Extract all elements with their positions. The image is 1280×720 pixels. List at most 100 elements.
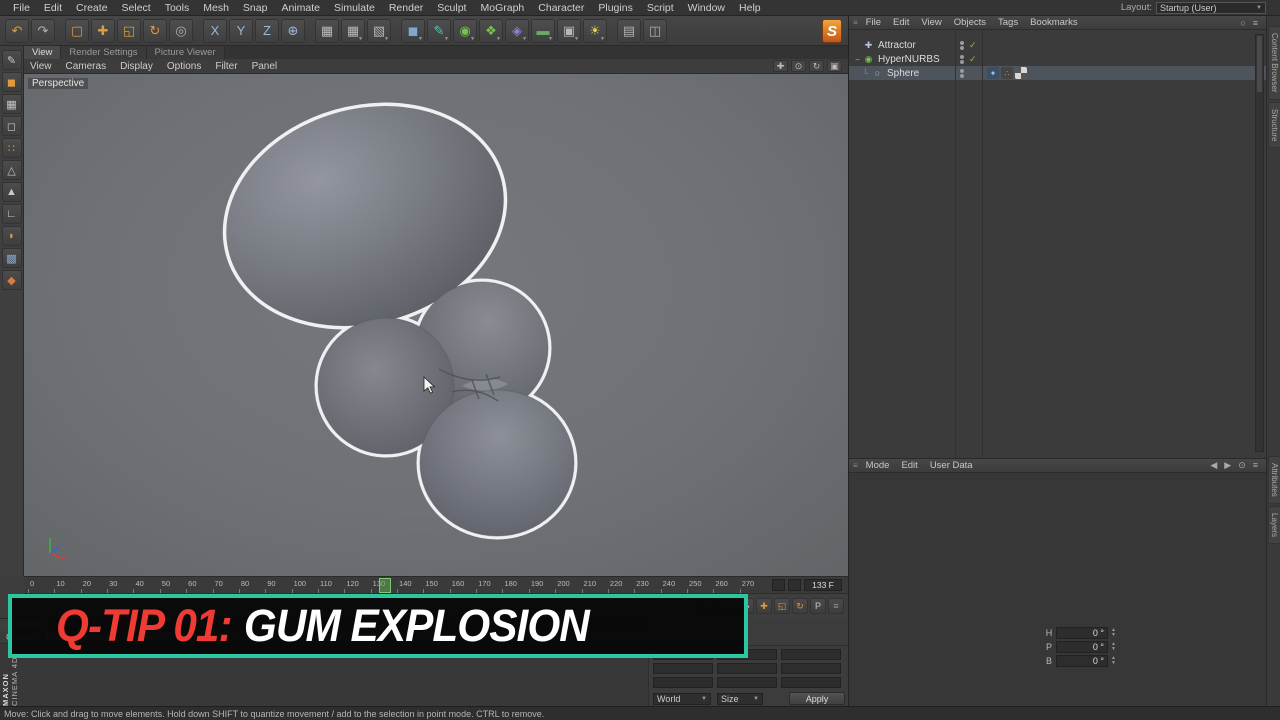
menu-character[interactable]: Character [531, 2, 591, 14]
scale-tool-button[interactable]: ◱ [117, 18, 141, 43]
camera-button[interactable]: ▣ ▼ [557, 18, 581, 43]
viewport-menu-display[interactable]: Display [120, 61, 153, 72]
rotate-tool-button[interactable]: ↻ [143, 18, 167, 43]
om-menu-objects[interactable]: Objects [948, 17, 992, 28]
coordinate-input[interactable] [717, 663, 777, 674]
viewport-solo-tool[interactable]: ◗ [1, 226, 22, 246]
subdivision-surface-button[interactable]: ◉ ▼ [453, 18, 477, 43]
edges-mode-tool[interactable]: △ [1, 160, 22, 180]
menu-tools[interactable]: Tools [158, 2, 197, 14]
am-menu-edit[interactable]: Edit [895, 460, 923, 471]
render-settings-button[interactable]: ▧ ▼ [367, 18, 391, 43]
menu-animate[interactable]: Animate [274, 2, 327, 14]
menu-simulate[interactable]: Simulate [327, 2, 382, 14]
viewport-menu-panel[interactable]: Panel [252, 61, 278, 72]
render-view-button[interactable]: ▦ [315, 18, 339, 43]
zoom-view-icon[interactable]: ⊙ [791, 60, 806, 72]
coord-space-select[interactable]: World ▼ [653, 692, 711, 705]
enable-check-icon[interactable]: ✓ [969, 54, 977, 65]
make-editable-tool[interactable]: ✎ [1, 50, 22, 70]
panel-layout-button[interactable]: ◫ [643, 18, 667, 43]
object-name[interactable]: HyperNURBS [878, 54, 940, 65]
polygons-mode-tool[interactable]: ▲ [1, 182, 22, 202]
layout-select[interactable]: Startup (User) ▼ [1156, 1, 1266, 14]
lock-z-axis-button[interactable]: Z [255, 18, 279, 43]
viewport-menu-view[interactable]: View [30, 61, 52, 72]
apply-button[interactable]: Apply [789, 692, 845, 705]
menu-mesh[interactable]: Mesh [196, 2, 236, 14]
coordinate-system-button[interactable]: ⊕ [281, 18, 305, 43]
viewport-menu-filter[interactable]: Filter [215, 61, 237, 72]
record-pla-button[interactable]: ≡ [828, 598, 844, 614]
viewport-canvas[interactable]: Perspective [24, 74, 848, 576]
enable-check-icon[interactable]: ✓ [969, 40, 977, 51]
snap-tool[interactable]: ◆ [1, 270, 22, 290]
viewport-menu-options[interactable]: Options [167, 61, 201, 72]
dock-tab-layers[interactable]: Layers [1268, 505, 1280, 544]
undo-button[interactable]: ↶ [5, 18, 29, 43]
viewport-tab-picture-viewer[interactable]: Picture Viewer [146, 46, 225, 59]
current-frame-marker[interactable] [378, 577, 391, 593]
panel-grip-icon[interactable]: ≡ [853, 18, 858, 27]
record-parameter-button[interactable]: P [810, 598, 826, 614]
dock-tab-structure[interactable]: Structure [1268, 101, 1280, 149]
texture-tag-icon[interactable] [1015, 67, 1027, 79]
menu-window[interactable]: Window [681, 2, 732, 14]
primitive-cube-button[interactable]: ◼ ▼ [401, 18, 425, 43]
maximize-view-icon[interactable]: ▣ [827, 60, 842, 72]
om-menu-file[interactable]: File [860, 17, 887, 28]
menu-create[interactable]: Create [69, 2, 115, 14]
menu-snap[interactable]: Snap [236, 2, 275, 14]
object-row-hypernurbs[interactable]: − ◉ HyperNURBS ✓ [849, 52, 1266, 66]
om-menu-tags[interactable]: Tags [992, 17, 1024, 28]
record-rotation-button[interactable]: ↻ [792, 598, 808, 614]
stepper[interactable]: ▲ ▼ [1111, 628, 1116, 638]
search-icon[interactable]: ○ [1240, 18, 1245, 28]
visibility-toggles[interactable] [957, 40, 967, 50]
record-position-button[interactable]: ✚ [756, 598, 772, 614]
render-picture-viewer-button[interactable]: ▦ ▼ [341, 18, 365, 43]
coordinate-input[interactable] [717, 677, 777, 688]
deformers-button[interactable]: ◈ ▼ [505, 18, 529, 43]
dock-tab-content-browser[interactable]: Content Browser [1268, 26, 1280, 100]
om-menu-view[interactable]: View [915, 17, 947, 28]
coordinate-input[interactable] [781, 649, 841, 660]
panel-grip-icon[interactable]: ≡ [853, 461, 858, 470]
viewport-menu-cameras[interactable]: Cameras [66, 61, 107, 72]
object-name[interactable]: Sphere [887, 68, 919, 79]
visibility-toggles[interactable] [957, 54, 967, 64]
spline-pen-button[interactable]: ✎ ▼ [427, 18, 451, 43]
expander-icon[interactable]: − [853, 55, 862, 64]
dock-tab-attributes[interactable]: Attributes [1268, 456, 1280, 504]
rotate-view-icon[interactable]: ↻ [809, 60, 824, 72]
move-tool-button[interactable]: ✚ [91, 18, 115, 43]
menu-edit[interactable]: Edit [37, 2, 69, 14]
menu-script[interactable]: Script [640, 2, 681, 14]
om-menu-edit[interactable]: Edit [887, 17, 915, 28]
phong-tag-icon[interactable]: ∴ [1001, 67, 1013, 79]
environment-button[interactable]: ▬ ▼ [531, 18, 555, 43]
points-mode-tool[interactable]: ∷ [1, 138, 22, 158]
menu-icon[interactable]: ≡ [1253, 460, 1258, 471]
menu-select[interactable]: Select [115, 2, 158, 14]
visibility-toggles[interactable] [957, 68, 967, 78]
am-menu-user-data[interactable]: User Data [924, 460, 979, 471]
timeline-ruler[interactable]: 0102030405060708090100110120130140150160… [28, 577, 766, 594]
generators-button[interactable]: ❖ ▼ [479, 18, 503, 43]
current-frame-field[interactable]: 133 F [804, 579, 842, 591]
light-button[interactable]: ☀ ▼ [583, 18, 607, 43]
menu-plugins[interactable]: Plugins [591, 2, 639, 14]
viewport-tab-view[interactable]: View [24, 46, 62, 59]
timeline-option-box[interactable] [788, 579, 801, 591]
stepper[interactable]: ▲ ▼ [1111, 656, 1116, 666]
menu-sculpt[interactable]: Sculpt [430, 2, 473, 14]
coord-mode-select[interactable]: Size ▼ [717, 692, 763, 705]
axis-mode-tool[interactable]: ∟ [1, 204, 22, 224]
texture-axis-tool[interactable]: ▩ [1, 248, 22, 268]
back-icon[interactable]: ◀ [1210, 460, 1217, 471]
field-value[interactable]: 0 ° [1056, 641, 1108, 653]
live-selection-button[interactable]: ▢ [65, 18, 89, 43]
menu-file[interactable]: File [6, 2, 37, 14]
object-name[interactable]: Attractor [878, 40, 916, 51]
last-tool-button[interactable]: ◎ [169, 18, 193, 43]
